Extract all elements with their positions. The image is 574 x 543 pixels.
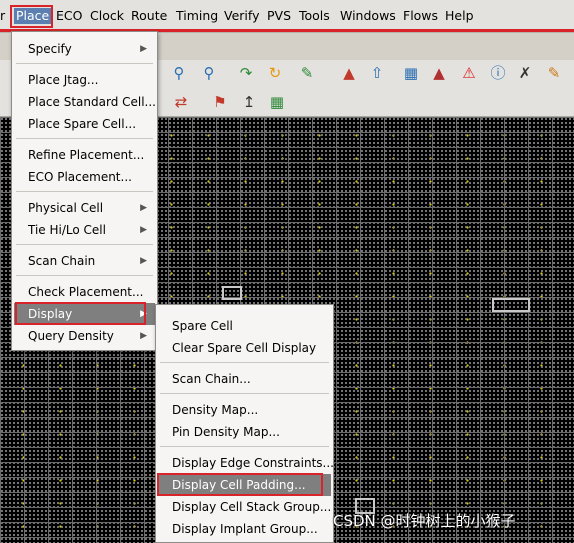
menu-item-place-standard-cell[interactable]: Place Standard Cell... [14, 91, 156, 113]
menu-item-tie-hi-lo-cell[interactable]: Tie Hi/Lo Cell ▶ [14, 219, 155, 241]
menu-clock[interactable]: Clock [90, 8, 124, 24]
menu-item-specify[interactable]: Specify ▶ [14, 38, 155, 60]
menu-timing[interactable]: Timing [176, 8, 218, 24]
menu-item-spare-cell[interactable]: Spare Cell [158, 315, 331, 337]
menu-item-clear-spare-cell-display[interactable]: Clear Spare Cell Display [158, 337, 331, 359]
layout-icon[interactable]: ⇧ [368, 64, 386, 82]
place-menu: Specify ▶ Place Jtag... Place Standard Ce… [11, 31, 158, 351]
menu-item-check-placement[interactable]: Check Placement... [14, 281, 155, 303]
watermark: CSDN @时钟树上的小猴子 [333, 512, 516, 530]
zoom-select-icon[interactable]: ⚲ [200, 64, 218, 82]
menu-tools[interactable]: Tools [299, 8, 330, 24]
cell-instance[interactable] [222, 286, 242, 300]
menu-separator [16, 244, 153, 245]
grid-icon[interactable]: ▦ [268, 93, 286, 111]
ruler-icon[interactable]: ✎ [545, 64, 563, 82]
menu-item-display-edge-constraints[interactable]: Display Edge Constraints... [158, 452, 334, 474]
menu-separator [16, 275, 153, 276]
zoom-in-icon[interactable]: ⚲ [170, 64, 188, 82]
menu-separator [16, 138, 153, 139]
menu-item-display[interactable]: Display ▶ [14, 303, 155, 325]
menu-separator [160, 446, 329, 447]
menu-item-eco-placement[interactable]: ECO Placement... [14, 166, 155, 188]
submenu-arrow-icon: ▶ [140, 331, 147, 341]
menu-route[interactable]: Route [131, 8, 167, 24]
menu-flows[interactable]: Flows [403, 8, 438, 24]
refresh-icon[interactable]: ↻ [266, 64, 284, 82]
menu-item-scan-chain[interactable]: Scan Chain ▶ [14, 250, 155, 272]
menu-pvs[interactable]: PVS [267, 8, 291, 24]
menu-item-place-spare-cell[interactable]: Place Spare Cell... [14, 113, 155, 135]
menu-help[interactable]: Help [445, 8, 474, 24]
menu-separator [16, 191, 153, 192]
submenu-arrow-icon: ▶ [140, 203, 147, 213]
menu-tools-partial[interactable]: r [0, 8, 5, 24]
menu-separator [160, 393, 329, 394]
menu-item-place-jtag[interactable]: Place Jtag... [14, 69, 155, 91]
submenu-arrow-icon: ▶ [140, 309, 147, 319]
menu-item-physical-cell[interactable]: Physical Cell ▶ [14, 197, 155, 219]
menu-windows[interactable]: Windows [340, 8, 396, 24]
submenu-arrow-icon: ▶ [140, 256, 147, 266]
submenu-arrow-icon: ▶ [140, 225, 147, 235]
menu-item-scan-chain-display[interactable]: Scan Chain... [158, 368, 331, 390]
snap-icon[interactable]: ↥ [240, 93, 258, 111]
menu-item-display-cell-stack-group[interactable]: Display Cell Stack Group... [158, 496, 331, 518]
route-arrow-icon[interactable]: ⇄ [172, 93, 190, 111]
hierarchy-icon[interactable]: ▲ [340, 64, 358, 82]
menu-item-pin-density-map[interactable]: Pin Density Map... [158, 421, 331, 443]
menu-verify[interactable]: Verify [224, 8, 259, 24]
tree-icon[interactable]: ▲ [430, 64, 448, 82]
menu-item-display-implant-group[interactable]: Display Implant Group... [158, 518, 331, 540]
menu-item-density-map[interactable]: Density Map... [158, 399, 331, 421]
redo-icon[interactable]: ↷ [237, 64, 255, 82]
submenu-arrow-icon: ▶ [140, 44, 147, 54]
flag-icon[interactable]: ⚑ [211, 93, 229, 111]
table-icon[interactable]: ▦ [402, 64, 420, 82]
menu-bar: r Place ECO Clock Route Timing Verify PV… [0, 0, 574, 33]
menu-separator [160, 362, 329, 363]
menu-item-refine-placement[interactable]: Refine Placement... [14, 144, 155, 166]
menu-item-display-cell-padding[interactable]: Display Cell Padding... [158, 474, 331, 496]
menu-separator [16, 63, 153, 64]
menu-place[interactable]: Place [14, 8, 52, 24]
selection-icon[interactable]: ✎ [298, 64, 316, 82]
warning-icon[interactable]: ⚠ [460, 64, 478, 82]
display-submenu: Spare Cell Clear Spare Cell Display Scan… [155, 304, 334, 543]
menu-eco[interactable]: ECO [56, 8, 82, 24]
wire-icon[interactable]: ✗ [516, 64, 534, 82]
cell-instance[interactable] [492, 298, 530, 312]
info-icon[interactable]: ⓘ [489, 64, 507, 82]
menu-item-query-density[interactable]: Query Density ▶ [14, 325, 155, 347]
